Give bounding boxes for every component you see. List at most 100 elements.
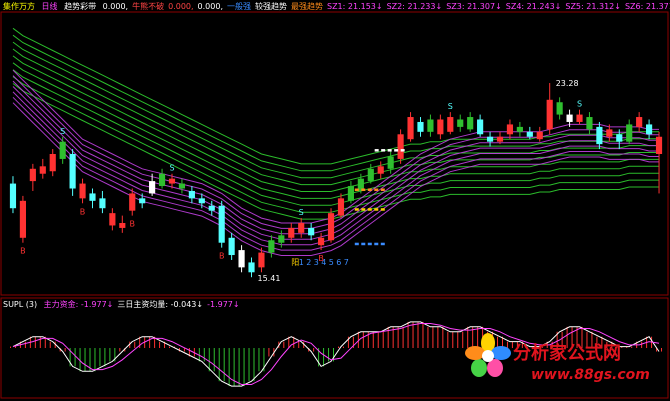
candle-body <box>248 262 255 273</box>
buy-signal: B <box>80 207 86 216</box>
strength-marker <box>380 188 385 191</box>
candle-body <box>586 117 593 130</box>
header-value-10: SZ4: 21.243↓ <box>505 2 562 11</box>
sub-indicator-name: SUPL (3) <box>3 300 38 309</box>
strength-marker <box>374 208 379 211</box>
candle-body <box>407 117 414 140</box>
candle-body <box>467 117 474 130</box>
candle-body <box>258 252 265 268</box>
buy-signal: B <box>219 252 225 261</box>
header-value-4: 一般强 <box>227 2 251 11</box>
strength-marker <box>361 208 366 211</box>
candle-body <box>39 166 46 174</box>
sub-indicator-values: 主力资金: -1.977↓ 三日主资均量: -0.043↓ -1.977↓ <box>44 300 244 309</box>
count-label: 4 <box>321 258 326 267</box>
strength-marker <box>381 149 386 152</box>
buy-signal: B <box>129 220 135 229</box>
period-label: 日线 <box>41 2 58 11</box>
candle-body <box>566 114 573 122</box>
candle-body <box>397 134 404 159</box>
header-value-0: 0.000, <box>102 2 129 11</box>
strength-marker <box>374 149 379 152</box>
strength-marker <box>361 242 366 246</box>
candle-body <box>298 223 305 233</box>
candle-body <box>178 183 186 189</box>
candle-body <box>168 178 176 184</box>
candle-body <box>149 181 156 194</box>
count-label: 2 <box>306 258 311 267</box>
sub-header: SUPL (3) 主力资金: -1.977↓ 三日主资均量: -0.043↓ -1.… <box>3 300 248 310</box>
candle-body <box>367 168 374 182</box>
strength-marker <box>387 149 392 152</box>
candle-body <box>9 183 17 209</box>
candle-body <box>208 205 215 211</box>
count-label: 3 <box>314 258 319 267</box>
candle-body <box>318 237 325 246</box>
count-label: 7 <box>344 258 349 267</box>
candle-body <box>417 121 424 132</box>
candle-body <box>616 134 623 142</box>
buy-signal: B <box>20 247 26 256</box>
candle-body <box>99 198 106 209</box>
candle-body <box>596 126 603 145</box>
candle-body <box>288 227 295 238</box>
candle-body <box>119 223 126 228</box>
candle-body <box>387 156 394 169</box>
candle-body <box>59 141 66 159</box>
candle-body <box>49 154 56 172</box>
main-header: 集作万方 日线 趋势彩带 0.000, 牛熊不破 0.000, 0.000, 一般强 较强… <box>3 2 670 12</box>
candle-body <box>228 237 235 256</box>
candle-body <box>337 198 345 216</box>
header-value-9: SZ3: 21.307↓ <box>446 2 502 11</box>
header-value-6: 最强趋势 <box>291 2 323 11</box>
candle-body <box>457 119 464 127</box>
sell-signal: S <box>60 127 65 136</box>
candle-body <box>536 131 543 140</box>
candle-body <box>486 136 494 142</box>
header-value-12: SZ6: 21.371↓ <box>624 2 670 11</box>
candle-body <box>129 193 136 211</box>
candle-body <box>268 240 275 253</box>
sub-value-0: 主力资金: -1.977↓ <box>43 300 114 309</box>
candle-body <box>69 154 76 189</box>
candle-body <box>447 117 454 132</box>
strength-marker <box>374 242 379 246</box>
candle-body <box>29 168 36 182</box>
candle-body <box>218 205 225 243</box>
indicator-values: 0.000, 牛熊不破 0.000, 0.000, 一般强 较强趋势 最强趋势 SZ1: 21… <box>103 2 670 11</box>
candle-body <box>496 136 504 142</box>
candle-body <box>238 250 245 268</box>
sell-signal: S <box>577 100 582 109</box>
candle-body <box>626 124 633 142</box>
strength-marker <box>380 242 385 246</box>
flower-logo-icon <box>465 333 511 377</box>
candle-body <box>198 198 205 204</box>
strength-marker <box>367 208 372 211</box>
strength-marker <box>380 208 385 211</box>
candle-body <box>278 235 285 243</box>
candle-body <box>655 136 663 154</box>
count-label: 5 <box>329 258 334 267</box>
header-value-3: 0.000, <box>197 2 223 11</box>
candle-body <box>427 119 434 132</box>
sell-signal: S <box>299 208 304 217</box>
strength-marker <box>374 188 379 191</box>
watermark-url: www.88gs.com <box>531 367 650 383</box>
candle-body <box>516 126 523 132</box>
stock-title: 集作万方 <box>3 2 35 11</box>
strength-marker <box>367 242 372 246</box>
header-value-7: SZ1: 21.153↓ <box>327 2 383 11</box>
candle-body <box>477 119 484 135</box>
candle-body <box>347 186 354 201</box>
candle-body <box>89 193 96 201</box>
strength-marker <box>354 242 359 246</box>
candle-body <box>79 183 86 199</box>
sell-signal: S <box>448 102 453 111</box>
strength-marker <box>354 208 359 211</box>
max-price-label: 23.28 <box>556 79 579 88</box>
count-label: 6 <box>336 258 341 267</box>
candle-body <box>606 129 613 137</box>
candle-body <box>19 200 26 238</box>
candle-body <box>546 99 553 130</box>
candle-body <box>437 119 444 135</box>
